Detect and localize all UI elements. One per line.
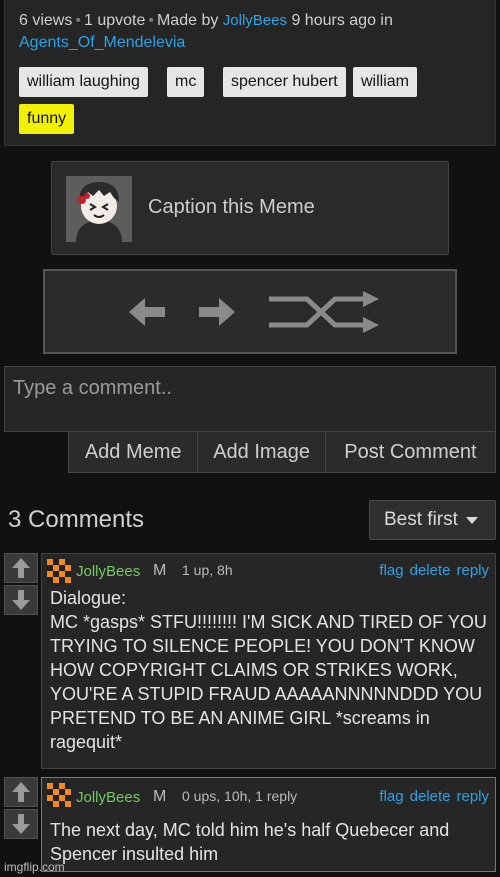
- comment-header: JollyBees M 1 up, 8h flag delete reply: [42, 554, 495, 586]
- comment-text-content: The next day, MC told him he's half Queb…: [50, 820, 450, 864]
- comment-body: JollyBees M 0 ups, 10h, 1 reply flag dele…: [41, 777, 496, 872]
- shuffle-icon: [269, 291, 379, 333]
- comment-username[interactable]: JollyBees: [76, 789, 140, 806]
- comment-item: JollyBees M 0 ups, 10h, 1 reply flag dele…: [4, 777, 496, 872]
- flag-link[interactable]: flag: [379, 788, 403, 805]
- comment-username[interactable]: JollyBees: [76, 563, 140, 580]
- moderator-badge: M: [153, 788, 167, 805]
- tag-mc[interactable]: mc: [167, 67, 205, 97]
- user-avatar[interactable]: [47, 783, 71, 807]
- upvote-count: 1 upvote: [83, 12, 146, 29]
- made-by-label: Made by: [156, 12, 219, 29]
- delete-link[interactable]: delete: [410, 788, 451, 805]
- comment-input[interactable]: [4, 366, 496, 432]
- post-info-panel: 6 views • 1 upvote • Made by JollyBees 9 hou…: [4, 0, 496, 146]
- tag-william[interactable]: william: [353, 67, 417, 97]
- comment-text: The next day, MC told him he's half Queb…: [42, 810, 495, 874]
- arrow-down-icon: [12, 814, 30, 834]
- meme-thumbnail: [66, 176, 132, 242]
- upvote-button[interactable]: [4, 777, 38, 807]
- comment-text-content: Dialogue: MC *gasps* STFU!!!!!!!! I'M SI…: [50, 588, 487, 752]
- vote-column: [4, 777, 40, 841]
- comments-count: 3 Comments: [8, 506, 145, 533]
- reply-link[interactable]: reply: [456, 788, 489, 805]
- meme-navigation: [43, 269, 457, 354]
- flag-link[interactable]: flag: [379, 562, 403, 579]
- moderator-badge: M: [153, 562, 167, 579]
- tag-spencer-hubert[interactable]: spencer hubert: [223, 67, 346, 97]
- add-image-button[interactable]: Add Image: [198, 432, 326, 472]
- add-meme-button[interactable]: Add Meme: [69, 432, 199, 472]
- views-count: 6 views: [19, 12, 73, 29]
- comment-header: JollyBees M 0 ups, 10h, 1 reply flag dele…: [42, 778, 495, 810]
- vote-column: [4, 553, 40, 617]
- comment-actions: Add Meme Add Image Post Comment: [68, 431, 496, 473]
- upvote-button[interactable]: [4, 553, 38, 583]
- comment-stats: 0 ups, 10h, 1 reply: [182, 788, 298, 804]
- comment-actions: flag delete reply: [373, 562, 489, 579]
- arrow-up-icon: [12, 558, 30, 578]
- tag-funny[interactable]: funny: [19, 104, 75, 134]
- separator-dot: •: [75, 12, 81, 29]
- separator-dot: •: [148, 12, 154, 29]
- comment-body: JollyBees M 1 up, 8h flag delete reply Dia…: [41, 553, 496, 769]
- sort-selected-value: Best first: [384, 509, 458, 530]
- arrow-left-icon: [129, 298, 165, 326]
- post-time: 9 hours ago in: [291, 12, 393, 29]
- post-meta: 6 views • 1 upvote • Made by JollyBees 9 hou…: [19, 10, 489, 54]
- previous-button[interactable]: [125, 289, 169, 335]
- arrow-right-icon: [199, 298, 235, 326]
- post-comment-button[interactable]: Post Comment: [326, 432, 495, 472]
- caption-label: Caption this Meme: [148, 196, 315, 218]
- user-avatar[interactable]: [47, 559, 71, 583]
- comment-stats: 1 up, 8h: [182, 562, 233, 578]
- sort-dropdown[interactable]: Best first: [369, 500, 496, 540]
- next-button[interactable]: [195, 289, 239, 335]
- community-link[interactable]: Agents_Of_Mendelevia: [19, 34, 185, 51]
- author-link[interactable]: JollyBees: [223, 12, 287, 29]
- comment-actions: flag delete reply: [373, 788, 489, 805]
- arrow-up-icon: [12, 782, 30, 802]
- comment-item: JollyBees M 1 up, 8h flag delete reply Dia…: [4, 553, 496, 769]
- caption-meme-button[interactable]: Caption this Meme: [51, 161, 449, 255]
- reply-link[interactable]: reply: [456, 562, 489, 579]
- delete-link[interactable]: delete: [410, 562, 451, 579]
- caret-down-icon: [465, 516, 478, 524]
- imgflip-watermark: imgflip.com: [4, 860, 65, 874]
- downvote-button[interactable]: [4, 585, 38, 615]
- downvote-button[interactable]: [4, 809, 38, 839]
- tag-william-laughing[interactable]: william laughing: [19, 67, 148, 97]
- random-button[interactable]: [267, 289, 381, 335]
- arrow-down-icon: [12, 590, 30, 610]
- comment-text: Dialogue: MC *gasps* STFU!!!!!!!! I'M SI…: [42, 586, 495, 762]
